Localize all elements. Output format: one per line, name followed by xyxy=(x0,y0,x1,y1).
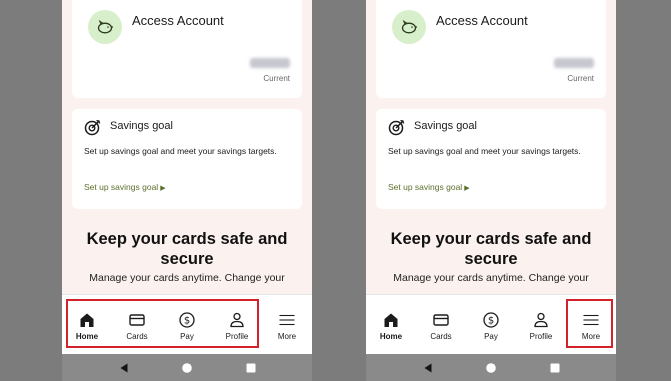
setup-savings-goal-link[interactable]: Set up savings goal ▶ xyxy=(388,182,470,192)
savings-goal-title: Savings goal xyxy=(414,120,477,132)
savings-goal-card: Savings goal Set up savings goal and mee… xyxy=(72,109,302,209)
promo-text: Manage your cards anytime. Change your xyxy=(89,272,285,284)
nav-more[interactable]: More xyxy=(262,295,312,355)
account-title: Access Account xyxy=(436,13,528,28)
target-icon xyxy=(84,119,101,136)
recents-square-icon xyxy=(550,363,560,372)
account-card[interactable]: Access Account Current xyxy=(72,0,302,98)
setup-savings-goal-label: Set up savings goal xyxy=(388,182,463,192)
piggy-bank-icon xyxy=(88,10,122,44)
savings-goal-title: Savings goal xyxy=(110,120,173,132)
account-title: Access Account xyxy=(132,13,224,28)
right-margin xyxy=(616,0,671,381)
nav-cards-label: Cards xyxy=(430,332,452,341)
android-nav-bar xyxy=(366,354,616,381)
center-gap xyxy=(312,0,366,381)
promo-title: Keep your cards safe and secure xyxy=(390,230,592,268)
left-margin xyxy=(0,0,62,381)
card-icon xyxy=(433,314,449,326)
recents-square-icon xyxy=(246,363,256,372)
nav-home-label: Home xyxy=(379,332,403,341)
nav-pay-label: Pay xyxy=(484,332,498,341)
account-card[interactable]: Access Account Current xyxy=(376,0,606,98)
svg-text:$: $ xyxy=(488,316,494,327)
balance-redacted xyxy=(250,58,290,68)
system-recents-button[interactable] xyxy=(540,354,570,381)
piggy-bank-icon xyxy=(392,10,426,44)
system-back-button[interactable] xyxy=(413,354,443,381)
nav-cards[interactable]: Cards xyxy=(416,295,466,355)
system-home-button[interactable] xyxy=(172,354,202,381)
back-triangle-icon xyxy=(120,363,128,372)
nav-more-label: More xyxy=(277,332,297,341)
setup-savings-goal-label: Set up savings goal xyxy=(84,182,159,192)
account-status: Current xyxy=(567,74,594,83)
highlight-box-home-to-profile xyxy=(66,299,259,348)
savings-goal-card: Savings goal Set up savings goal and mee… xyxy=(376,109,606,209)
dollar-coin-icon: $ xyxy=(483,312,499,328)
system-home-button[interactable] xyxy=(476,354,506,381)
person-icon xyxy=(534,312,548,328)
savings-goal-description: Set up savings goal and meet your saving… xyxy=(84,146,277,156)
play-arrow-icon: ▶ xyxy=(464,185,470,192)
account-status: Current xyxy=(263,74,290,83)
highlight-box-more xyxy=(566,299,613,348)
play-arrow-icon: ▶ xyxy=(160,185,166,192)
nav-profile[interactable]: Profile xyxy=(516,295,566,355)
savings-goal-description: Set up savings goal and meet your saving… xyxy=(388,146,581,156)
balance-redacted xyxy=(554,58,594,68)
menu-icon xyxy=(279,314,295,326)
promo-title: Keep your cards safe and secure xyxy=(86,230,288,268)
promo-text: Manage your cards anytime. Change your xyxy=(393,272,589,284)
nav-home[interactable]: Home xyxy=(366,295,416,355)
home-icon xyxy=(384,313,398,327)
target-icon xyxy=(388,119,405,136)
nav-pay[interactable]: $ Pay xyxy=(466,295,516,355)
system-recents-button[interactable] xyxy=(236,354,266,381)
home-circle-icon xyxy=(182,362,192,373)
setup-savings-goal-link[interactable]: Set up savings goal ▶ xyxy=(84,182,166,192)
android-nav-bar xyxy=(62,354,312,381)
home-circle-icon xyxy=(486,362,496,373)
back-triangle-icon xyxy=(424,363,432,372)
nav-profile-label: Profile xyxy=(529,332,553,341)
system-back-button[interactable] xyxy=(109,354,139,381)
